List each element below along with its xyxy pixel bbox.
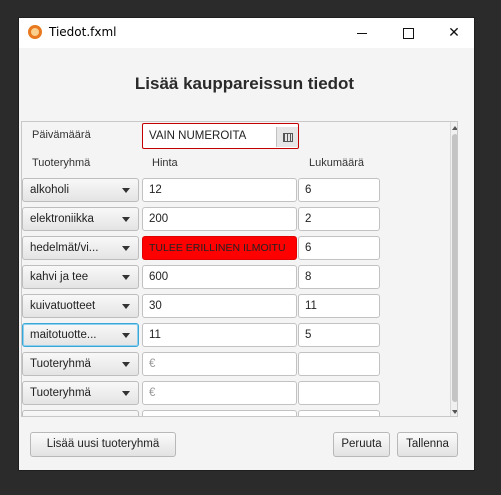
chevron-down-icon: [122, 275, 130, 280]
group-combo-value: kuivatuotteet: [30, 300, 96, 312]
chevron-down-icon: [122, 304, 130, 309]
price-field[interactable]: 600: [142, 265, 297, 289]
save-button[interactable]: Tallenna: [397, 432, 458, 457]
chevron-down-icon: [122, 362, 130, 367]
column-header-price: Hinta: [152, 157, 178, 169]
group-combo[interactable]: Tuoteryhmä: [22, 352, 139, 376]
group-combo-value: Tuoteryhmä: [30, 358, 91, 370]
group-combo-value: elektroniikka: [30, 213, 94, 225]
close-icon: ✕: [448, 25, 460, 41]
scroll-up-icon[interactable]: [452, 126, 457, 130]
date-label: Päivämäärä: [32, 129, 91, 141]
group-combo[interactable]: elektroniikka: [22, 207, 139, 231]
chevron-down-icon: [122, 188, 130, 193]
price-field[interactable]: 11: [142, 323, 297, 347]
price-field[interactable]: 30: [142, 294, 297, 318]
quantity-field[interactable]: [298, 381, 380, 405]
group-combo-value: maitotuotte...: [30, 329, 97, 341]
date-field[interactable]: VAIN NUMEROITA: [142, 123, 299, 149]
vertical-scrollbar[interactable]: [450, 122, 457, 416]
date-field-value: VAIN NUMEROITA: [149, 130, 247, 142]
quantity-field[interactable]: 5: [298, 323, 380, 347]
group-combo-focused[interactable]: maitotuotte...: [22, 323, 139, 347]
group-combo[interactable]: Tuoteryhmä: [22, 381, 139, 405]
minimize-icon: [357, 32, 367, 34]
maximize-icon: [402, 27, 414, 39]
chevron-down-icon: [122, 391, 130, 396]
title-bar[interactable]: Tiedot.fxml ✕: [19, 18, 474, 48]
price-field[interactable]: €: [142, 381, 297, 405]
quantity-field[interactable]: 6: [298, 178, 380, 202]
form-scroll-panel: Päivämäärä VAIN NUMEROITA Tuoteryhmä Hin…: [21, 121, 458, 417]
group-combo-value: Tuoteryhmä: [30, 387, 91, 399]
group-combo[interactable]: kahvi ja tee: [22, 265, 139, 289]
calendar-icon: [283, 132, 293, 142]
add-product-group-button[interactable]: Lisää uusi tuoteryhmä: [30, 432, 176, 457]
scroll-down-icon[interactable]: [452, 410, 457, 414]
date-picker-button[interactable]: [276, 127, 298, 147]
chevron-down-icon: [122, 246, 130, 251]
close-button[interactable]: ✕: [431, 18, 474, 48]
quantity-field[interactable]: 11: [298, 294, 380, 318]
quantity-field[interactable]: 8: [298, 265, 380, 289]
quantity-field[interactable]: 6: [298, 236, 380, 260]
group-combo-value: kahvi ja tee: [30, 271, 89, 283]
app-window: Tiedot.fxml ✕ Lisää kauppareissun tiedot…: [18, 17, 475, 471]
window-title: Tiedot.fxml: [49, 25, 117, 39]
maximize-button[interactable]: [385, 18, 431, 48]
chevron-down-icon: [122, 217, 130, 222]
minimize-button[interactable]: [339, 18, 385, 48]
price-field-partial[interactable]: [142, 410, 297, 416]
price-field[interactable]: 12: [142, 178, 297, 202]
scroll-thumb[interactable]: [452, 134, 457, 402]
app-icon: [28, 25, 42, 39]
column-header-group: Tuoteryhmä: [32, 157, 91, 169]
price-field[interactable]: 200: [142, 207, 297, 231]
quantity-field[interactable]: [298, 352, 380, 376]
chevron-down-icon: [122, 333, 130, 338]
group-combo-value: hedelmät/vi...: [30, 242, 99, 254]
group-combo[interactable]: hedelmät/vi...: [22, 236, 139, 260]
page-title: Lisää kauppareissun tiedot: [134, 74, 355, 93]
group-combo[interactable]: kuivatuotteet: [22, 294, 139, 318]
quantity-field[interactable]: 2: [298, 207, 380, 231]
group-combo[interactable]: alkoholi: [22, 178, 139, 202]
price-field[interactable]: €: [142, 352, 297, 376]
quantity-field-partial[interactable]: [298, 410, 380, 416]
group-combo-partial[interactable]: [22, 410, 139, 416]
price-field-error[interactable]: TULEE ERILLINEN ILMOITU: [142, 236, 297, 260]
group-combo-value: alkoholi: [30, 184, 69, 196]
column-header-quantity: Lukumäärä: [309, 157, 365, 169]
cancel-button[interactable]: Peruuta: [333, 432, 390, 457]
